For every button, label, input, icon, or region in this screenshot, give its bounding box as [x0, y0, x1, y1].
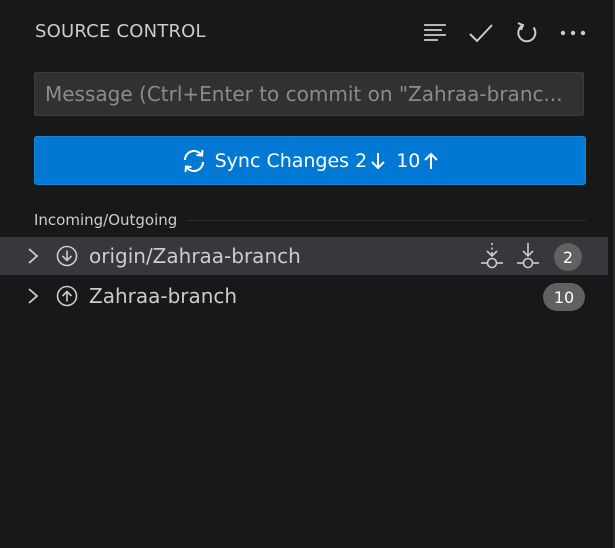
incoming-outgoing-section-header[interactable]: Incoming/Outgoing	[34, 210, 586, 230]
fetch-icon	[481, 243, 503, 269]
ellipsis-icon	[560, 30, 586, 36]
chevron-right-icon[interactable]	[25, 247, 41, 265]
incoming-count: 2	[355, 149, 368, 172]
outgoing-branch-row[interactable]: Zahraa-branch 10	[0, 277, 608, 315]
sync-changes-button[interactable]: Sync Changes 2 10	[34, 136, 586, 185]
arrow-circle-down-icon	[56, 245, 78, 267]
arrow-down-icon	[370, 151, 386, 171]
outgoing-count: 10	[396, 149, 421, 172]
branch-label: Zahraa-branch	[89, 284, 238, 308]
refresh-button[interactable]	[509, 16, 545, 50]
view-as-tree-button[interactable]	[417, 16, 453, 50]
list-icon	[424, 24, 446, 41]
sync-icon	[181, 148, 207, 174]
branch-label: origin/Zahraa-branch	[89, 244, 301, 268]
source-control-header: SOURCE CONTROL	[0, 0, 613, 66]
sync-label: Sync Changes	[214, 149, 350, 172]
outgoing-count-badge: 10	[543, 283, 585, 311]
pull-button[interactable]	[512, 240, 544, 272]
header-actions	[417, 16, 591, 50]
fetch-button[interactable]	[476, 240, 508, 272]
arrow-circle-up-icon	[56, 285, 78, 307]
commit-message-input[interactable]	[34, 72, 584, 116]
chevron-right-icon[interactable]	[25, 287, 41, 305]
incoming-branch-row[interactable]: origin/Zahraa-branch 2	[0, 237, 608, 275]
more-actions-button[interactable]	[555, 16, 591, 50]
panel-title: SOURCE CONTROL	[35, 21, 206, 42]
check-icon	[469, 24, 493, 43]
pull-icon	[517, 243, 539, 269]
section-label: Incoming/Outgoing	[34, 211, 178, 229]
row-actions	[476, 240, 544, 272]
incoming-count-badge: 2	[554, 243, 582, 271]
refresh-icon	[517, 22, 537, 43]
commit-button[interactable]	[463, 16, 499, 50]
section-divider	[187, 219, 586, 221]
arrow-up-icon	[423, 151, 439, 171]
